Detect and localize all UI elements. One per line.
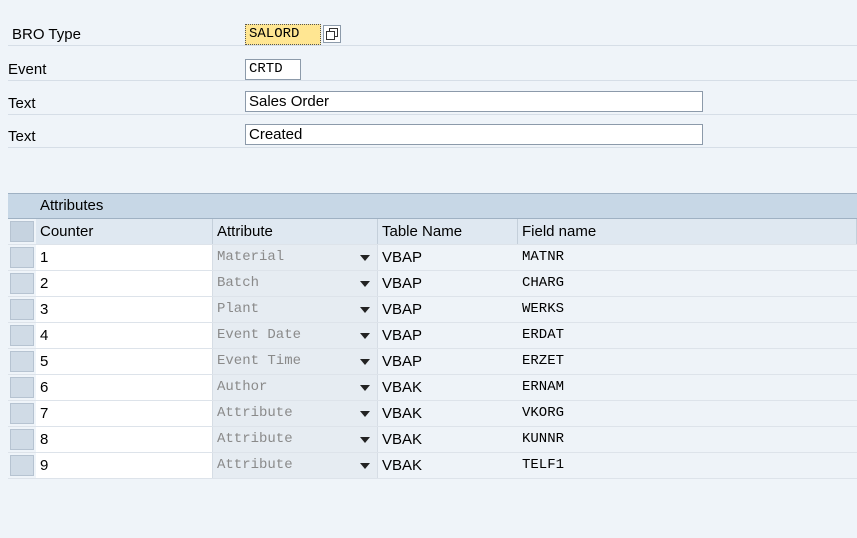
value-help-icon[interactable] [323, 25, 341, 43]
field-name-cell: WERKS [518, 297, 857, 322]
field-name-cell: ERZET [518, 349, 857, 374]
table-name-cell: VBAP [378, 271, 518, 296]
table-header-row: Counter Attribute Table Name Field name [8, 219, 857, 245]
counter-cell[interactable]: 2 [36, 271, 213, 296]
event-label: Event [8, 61, 47, 78]
table-name-cell: VBAK [378, 453, 518, 478]
table-name-cell: VBAP [378, 245, 518, 270]
dropdown-arrow-icon[interactable] [360, 307, 370, 313]
table-row: 4 Event Date VBAP ERDAT [8, 323, 857, 349]
counter-cell[interactable]: 8 [36, 427, 213, 452]
attributes-table: Attributes Counter Attribute Table Name … [8, 193, 857, 479]
attribute-dropdown[interactable]: Event Date [213, 323, 378, 348]
counter-cell[interactable]: 1 [36, 245, 213, 270]
dropdown-arrow-icon[interactable] [360, 437, 370, 443]
event-field[interactable]: CRTD [245, 59, 301, 80]
field-name-cell: MATNR [518, 245, 857, 270]
column-header-field-name[interactable]: Field name [518, 219, 857, 244]
event-row: Event [8, 59, 857, 81]
table-row: 8 Attribute VBAK KUNNR [8, 427, 857, 453]
attribute-dropdown[interactable]: Attribute [213, 401, 378, 426]
column-header-attribute[interactable]: Attribute [213, 219, 378, 244]
table-row: 7 Attribute VBAK VKORG [8, 401, 857, 427]
attribute-dropdown[interactable]: Material [213, 245, 378, 270]
attributes-table-title: Attributes [8, 193, 857, 219]
table-name-cell: VBAK [378, 375, 518, 400]
bro-type-row: BRO Type [8, 24, 857, 46]
table-name-cell: VBAP [378, 323, 518, 348]
text2-field[interactable]: Created [245, 124, 703, 145]
bro-type-label: BRO Type [12, 26, 81, 43]
field-name-cell: KUNNR [518, 427, 857, 452]
attribute-dropdown[interactable]: Batch [213, 271, 378, 296]
column-header-table-name[interactable]: Table Name [378, 219, 518, 244]
table-row: 5 Event Time VBAP ERZET [8, 349, 857, 375]
text1-label: Text [8, 95, 36, 112]
dropdown-arrow-icon[interactable] [360, 359, 370, 365]
text2-label: Text [8, 128, 36, 145]
row-selector[interactable] [10, 273, 34, 294]
attribute-dropdown[interactable]: Author [213, 375, 378, 400]
counter-cell[interactable]: 9 [36, 453, 213, 478]
attribute-dropdown[interactable]: Attribute [213, 427, 378, 452]
column-header-counter[interactable]: Counter [36, 219, 213, 244]
field-name-cell: ERDAT [518, 323, 857, 348]
table-name-cell: VBAP [378, 297, 518, 322]
table-row: 9 Attribute VBAK TELF1 [8, 453, 857, 479]
row-selector[interactable] [10, 299, 34, 320]
row-selector[interactable] [10, 429, 34, 450]
dropdown-arrow-icon[interactable] [360, 463, 370, 469]
row-selector[interactable] [10, 403, 34, 424]
table-row: 2 Batch VBAP CHARG [8, 271, 857, 297]
field-name-cell: CHARG [518, 271, 857, 296]
text1-field[interactable]: Sales Order [245, 91, 703, 112]
attribute-dropdown[interactable]: Plant [213, 297, 378, 322]
dropdown-arrow-icon[interactable] [360, 333, 370, 339]
counter-cell[interactable]: 6 [36, 375, 213, 400]
dropdown-arrow-icon[interactable] [360, 255, 370, 261]
table-row: 1 Material VBAP MATNR [8, 245, 857, 271]
counter-cell[interactable]: 7 [36, 401, 213, 426]
attribute-dropdown[interactable]: Event Time [213, 349, 378, 374]
field-name-cell: VKORG [518, 401, 857, 426]
row-selector[interactable] [10, 377, 34, 398]
field-name-cell: ERNAM [518, 375, 857, 400]
table-name-cell: VBAP [378, 349, 518, 374]
row-selector[interactable] [10, 325, 34, 346]
counter-cell[interactable]: 4 [36, 323, 213, 348]
row-selector[interactable] [10, 455, 34, 476]
dropdown-arrow-icon[interactable] [360, 281, 370, 287]
table-row: 3 Plant VBAP WERKS [8, 297, 857, 323]
table-name-cell: VBAK [378, 401, 518, 426]
bro-type-field[interactable]: SALORD [245, 24, 321, 45]
row-selector[interactable] [10, 351, 34, 372]
attribute-dropdown[interactable]: Attribute [213, 453, 378, 478]
table-name-cell: VBAK [378, 427, 518, 452]
dropdown-arrow-icon[interactable] [360, 411, 370, 417]
table-row: 6 Author VBAK ERNAM [8, 375, 857, 401]
counter-cell[interactable]: 3 [36, 297, 213, 322]
row-selector[interactable] [10, 247, 34, 268]
dropdown-arrow-icon[interactable] [360, 385, 370, 391]
counter-cell[interactable]: 5 [36, 349, 213, 374]
field-name-cell: TELF1 [518, 453, 857, 478]
select-all-button[interactable] [10, 221, 34, 242]
